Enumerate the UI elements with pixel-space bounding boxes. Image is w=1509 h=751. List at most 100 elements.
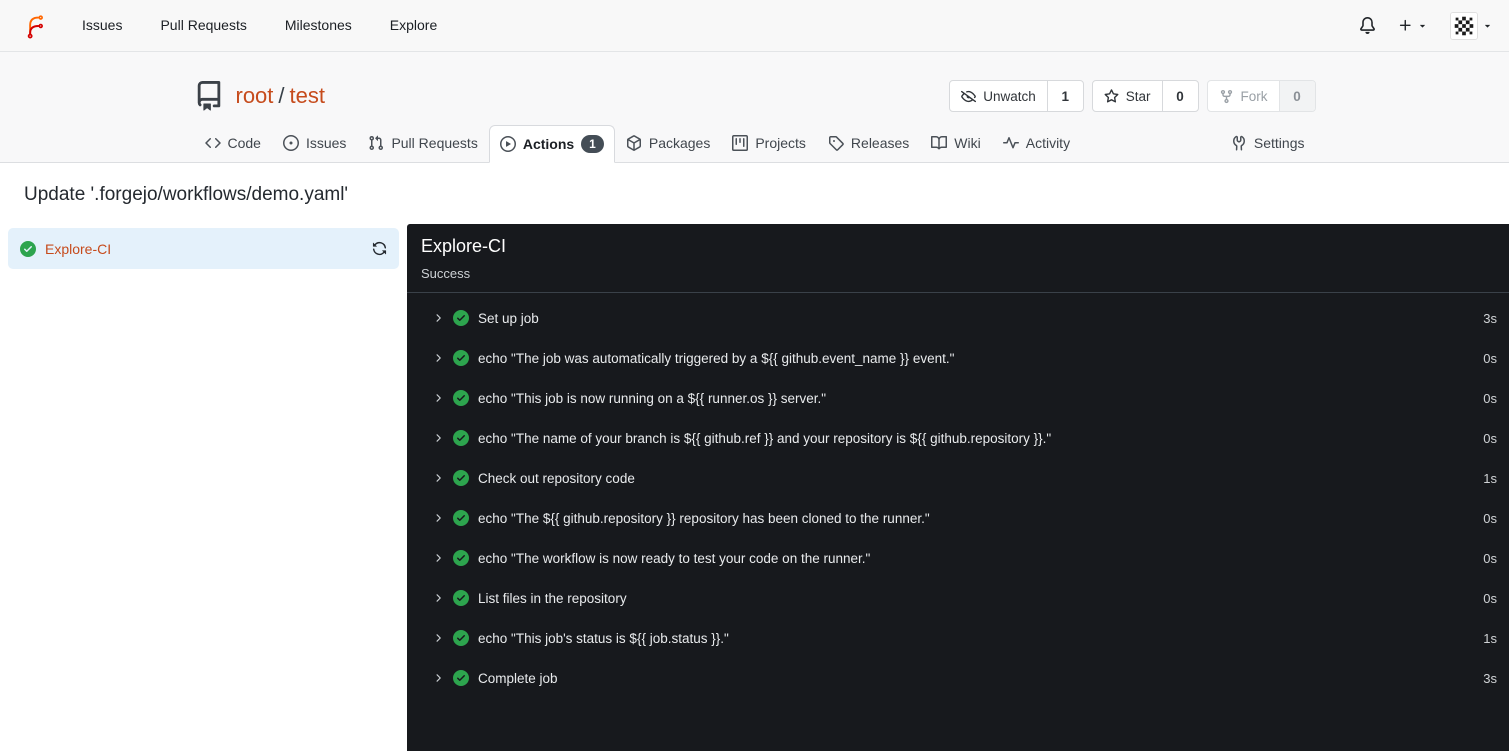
step-duration: 3s [1483, 670, 1497, 686]
plus-icon [1399, 19, 1411, 31]
check-circle-icon [453, 510, 469, 526]
star-icon [1104, 88, 1119, 103]
repo-action-buttons: Unwatch 1 Star 0 Fork 0 [949, 80, 1316, 112]
steps-list: Set up job 3s echo "The job was automati… [407, 293, 1509, 703]
step-row[interactable]: List files in the repository 0s [432, 578, 1497, 618]
step-row[interactable]: Check out repository code 1s [432, 458, 1497, 498]
chevron-down-icon [1419, 24, 1426, 28]
top-navbar: Issues Pull Requests Milestones Explore [0, 0, 1509, 52]
forgejo-logo-icon[interactable] [22, 12, 49, 39]
job-status-text: Success [421, 266, 471, 281]
tab-activity[interactable]: Activity [992, 124, 1081, 162]
step-name: echo "This job's status is ${{ job.statu… [478, 630, 729, 646]
tab-issues[interactable]: Issues [272, 124, 357, 162]
project-board-icon [732, 135, 749, 151]
step-row[interactable]: Set up job 3s [432, 298, 1497, 338]
chevron-right-icon[interactable] [432, 632, 444, 644]
tab-pull-requests[interactable]: Pull Requests [357, 124, 488, 162]
step-row[interactable]: echo "The name of your branch is ${{ git… [432, 418, 1497, 458]
tab-releases[interactable]: Releases [817, 124, 920, 162]
step-duration: 3s [1483, 310, 1497, 326]
navbar-right [1359, 11, 1493, 40]
chevron-right-icon[interactable] [432, 512, 444, 524]
jobs-sidebar: Explore-CI [0, 224, 407, 751]
chevron-right-icon[interactable] [432, 352, 444, 364]
run-layout: Explore-CI Explore-CI Success Set up job… [0, 224, 1509, 751]
repo-name-link[interactable]: test [290, 83, 325, 109]
step-row[interactable]: echo "The job was automatically triggere… [432, 338, 1497, 378]
nav-pull-requests[interactable]: Pull Requests [141, 0, 265, 51]
check-circle-icon [453, 630, 469, 646]
unwatch-button-group: Unwatch 1 [949, 80, 1084, 112]
tab-actions[interactable]: Actions 1 [488, 125, 615, 163]
check-circle-icon [453, 310, 469, 326]
repo-owner-link[interactable]: root [236, 83, 274, 109]
step-row[interactable]: echo "The ${{ github.repository }} repos… [432, 498, 1497, 538]
git-pull-request-icon [369, 135, 384, 151]
pulse-icon [1002, 137, 1019, 149]
nav-milestones[interactable]: Milestones [266, 0, 371, 51]
check-circle-icon [453, 390, 469, 406]
forks-count: 0 [1278, 81, 1315, 111]
step-row[interactable]: echo "The workflow is now ready to test … [432, 538, 1497, 578]
star-button[interactable]: Star [1093, 81, 1162, 111]
job-list-item-explore-ci[interactable]: Explore-CI [8, 228, 399, 269]
step-duration: 0s [1483, 550, 1497, 566]
tab-projects[interactable]: Projects [721, 124, 817, 162]
tag-icon [828, 136, 844, 151]
step-duration: 1s [1483, 630, 1497, 646]
watchers-count[interactable]: 1 [1046, 81, 1083, 111]
code-icon [204, 137, 221, 149]
check-circle-icon [453, 670, 469, 686]
tab-settings[interactable]: Settings [1220, 124, 1316, 162]
step-duration: 1s [1483, 470, 1497, 486]
step-row[interactable]: echo "This job's status is ${{ job.statu… [432, 618, 1497, 658]
chevron-down-icon [1484, 24, 1491, 28]
step-name: Set up job [478, 310, 539, 326]
nav-explore[interactable]: Explore [371, 0, 456, 51]
eye-closed-icon [961, 90, 977, 102]
step-row[interactable]: echo "This job is now running on a ${{ r… [432, 378, 1497, 418]
workflow-run-title: Update '.forgejo/workflows/demo.yaml' [24, 184, 349, 205]
step-name: echo "The ${{ github.repository }} repos… [478, 510, 930, 526]
step-name: List files in the repository [478, 590, 627, 606]
create-new-menu[interactable] [1398, 18, 1428, 33]
star-button-group: Star 0 [1091, 80, 1199, 112]
nav-issues[interactable]: Issues [63, 0, 141, 51]
actions-count-badge: 1 [581, 135, 604, 153]
check-circle-icon [453, 350, 469, 366]
chevron-right-icon[interactable] [432, 312, 444, 324]
step-name: Check out repository code [478, 470, 635, 486]
user-menu[interactable] [1450, 11, 1493, 40]
chevron-right-icon[interactable] [432, 592, 444, 604]
step-name: echo "This job is now running on a ${{ r… [478, 390, 827, 406]
tab-packages[interactable]: Packages [615, 124, 721, 162]
fork-button-group: Fork 0 [1206, 80, 1316, 112]
step-name: echo "The name of your branch is ${{ git… [478, 430, 1052, 446]
step-name: echo "The workflow is now ready to test … [478, 550, 871, 566]
tab-wiki[interactable]: Wiki [920, 124, 991, 162]
notifications-bell-icon[interactable] [1359, 17, 1376, 34]
chevron-right-icon[interactable] [432, 392, 444, 404]
play-circle-icon [499, 136, 516, 152]
repo-forked-icon [1220, 89, 1232, 103]
tab-code[interactable]: Code [194, 124, 272, 162]
check-circle-icon [453, 550, 469, 566]
unwatch-button[interactable]: Unwatch [950, 81, 1047, 111]
chevron-right-icon[interactable] [432, 432, 444, 444]
job-panel-header: Explore-CI Success [407, 224, 1509, 293]
step-duration: 0s [1483, 510, 1497, 526]
step-duration: 0s [1483, 590, 1497, 606]
job-name: Explore-CI [45, 240, 112, 257]
stars-count[interactable]: 0 [1161, 81, 1198, 111]
step-row[interactable]: Complete job 3s [432, 658, 1497, 698]
user-avatar [1450, 11, 1478, 40]
step-name: echo "The job was automatically triggere… [478, 350, 955, 366]
rerun-sync-icon[interactable] [372, 241, 387, 256]
check-circle-icon [453, 590, 469, 606]
package-icon [626, 135, 641, 151]
repo-breadcrumb: root / test [236, 83, 326, 109]
chevron-right-icon[interactable] [432, 672, 444, 684]
chevron-right-icon[interactable] [432, 472, 444, 484]
chevron-right-icon[interactable] [432, 552, 444, 564]
